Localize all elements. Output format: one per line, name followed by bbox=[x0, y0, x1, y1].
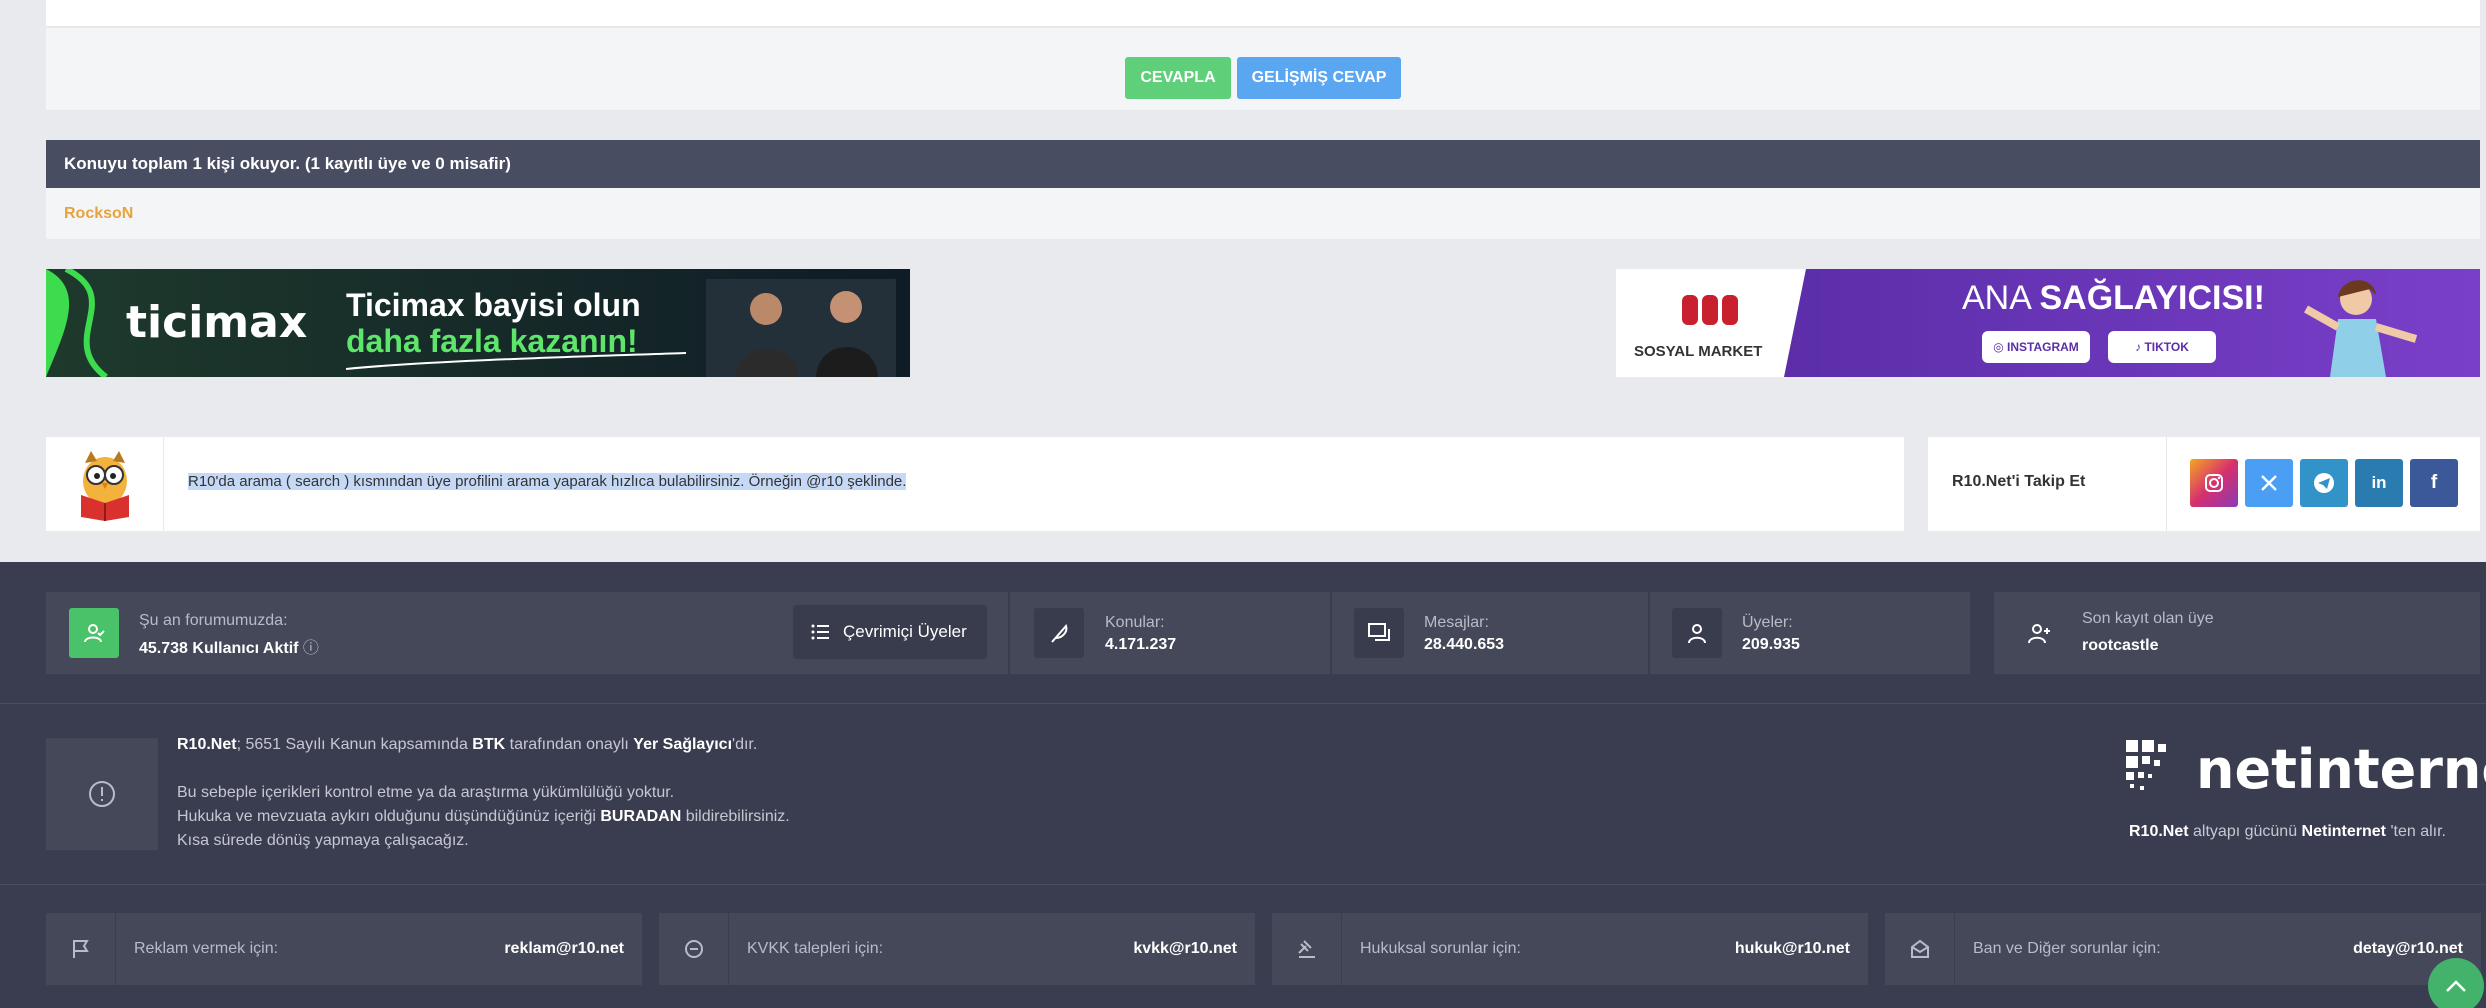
contact-email-link[interactable]: hukuk@r10.net bbox=[1735, 940, 1850, 958]
legal-line-1: R10.Net; 5651 Sayılı Kanun kapsamında BT… bbox=[177, 736, 758, 753]
instagram-icon bbox=[2205, 474, 2223, 492]
info-icon[interactable]: ⓘ bbox=[303, 640, 319, 657]
topics-value: 4.171.237 bbox=[1105, 636, 1177, 653]
members-label: Üyeler: bbox=[1742, 614, 1793, 631]
footer-divider bbox=[0, 703, 2486, 704]
online-members-button[interactable]: Çevrimiçi Üyeler bbox=[793, 605, 987, 659]
ticimax-logo: ticimax bbox=[126, 297, 308, 348]
facebook-button[interactable]: f bbox=[2410, 459, 2458, 507]
tip-text: R10'da arama ( search ) kısmından üye pr… bbox=[188, 473, 907, 490]
mail-open-icon bbox=[1885, 913, 1955, 985]
readers-list: RocksoN bbox=[46, 188, 2480, 239]
x-icon bbox=[2261, 475, 2277, 491]
messages-value: 28.440.653 bbox=[1424, 636, 1505, 653]
tip-box: R10'da arama ( search ) kısmından üye pr… bbox=[46, 437, 1904, 531]
sosyal-market-brand: SOSYAL MARKET bbox=[1634, 343, 1763, 360]
netinternet-wordmark: netinternet bbox=[2196, 738, 2486, 801]
linkedin-button[interactable]: in bbox=[2355, 459, 2403, 507]
contact-legal: Hukuksal sorunlar için: hukuk@r10.net bbox=[1272, 913, 1868, 985]
online-users-card: Şu an forumumuzda: 45.738 Kullanıcı Akti… bbox=[46, 592, 1008, 674]
owl-mascot-icon bbox=[46, 437, 164, 531]
netinternet-mark-icon bbox=[2126, 740, 2166, 790]
facebook-icon: f bbox=[2430, 472, 2438, 493]
contact-label: Ban ve Diğer sorunlar için: bbox=[1973, 940, 2161, 957]
contact-ban: Ban ve Diğer sorunlar için: detay@r10.ne… bbox=[1885, 913, 2481, 985]
contact-email-link[interactable]: detay@r10.net bbox=[2353, 940, 2463, 958]
post-bottom bbox=[46, 0, 2480, 27]
reply-button[interactable]: CEVAPLA bbox=[1125, 57, 1231, 99]
contact-email-link[interactable]: kvkk@r10.net bbox=[1133, 940, 1237, 958]
messages-icon bbox=[1354, 608, 1404, 658]
report-here-link[interactable]: BURADAN bbox=[600, 808, 681, 825]
gavel-icon bbox=[1272, 913, 1342, 985]
legal-line-2: Bu sebeple içerikleri kontrol etme ya da… bbox=[177, 784, 675, 801]
telegram-icon bbox=[2314, 473, 2334, 493]
ticimax-line1: Ticimax bayisi olun bbox=[346, 287, 641, 323]
online-label: Şu an forumumuzda: bbox=[139, 612, 288, 629]
last-member-link[interactable]: rootcastle bbox=[2082, 637, 2158, 655]
messages-card: Mesajlar: 28.440.653 bbox=[1332, 592, 1648, 674]
follow-box: R10.Net'i Takip Et in f bbox=[1928, 437, 2480, 531]
legal-line-4: Kısa sürede dönüş yapmaya çalışacağız. bbox=[177, 832, 469, 849]
topics-label: Konular: bbox=[1105, 614, 1165, 631]
footer-divider bbox=[0, 884, 2486, 885]
sosyal-market-ad-banner[interactable]: SOSYAL MARKET ANA SAĞLAYICISI! ◎ INSTAGR… bbox=[1616, 269, 2480, 377]
chevron-up-icon bbox=[2446, 980, 2466, 992]
contact-email-link[interactable]: reklam@r10.net bbox=[504, 940, 624, 958]
user-add-icon bbox=[2014, 608, 2064, 658]
provider-caption: R10.Net altyapı gücünü Netinternet 'ten … bbox=[2129, 823, 2446, 840]
members-value: 209.935 bbox=[1742, 636, 1800, 653]
topics-card: Konular: 4.171.237 bbox=[1010, 592, 1330, 674]
feather-icon bbox=[1034, 608, 1084, 658]
contact-label: Reklam vermek için: bbox=[134, 940, 279, 957]
instagram-chip: ◎ INSTAGRAM bbox=[1982, 331, 2090, 363]
divider bbox=[2166, 437, 2167, 531]
instagram-button[interactable] bbox=[2190, 459, 2238, 507]
minus-circle-icon bbox=[659, 913, 729, 985]
sosyal-market-headline: ANA SAĞLAYICISI! bbox=[1962, 279, 2265, 317]
ticimax-ad-banner[interactable]: ticimax Ticimax bayisi olun daha fazla k… bbox=[46, 269, 910, 377]
contact-label: Hukuksal sorunlar için: bbox=[1360, 940, 1521, 957]
last-member-label: Son kayıt olan üye bbox=[2082, 610, 2214, 627]
flag-icon bbox=[46, 913, 116, 985]
user-active-icon bbox=[69, 608, 119, 658]
follow-label: R10.Net'i Takip Et bbox=[1952, 473, 2086, 490]
reader-username-link[interactable]: RocksoN bbox=[64, 205, 133, 223]
contact-kvkk: KVKK talepleri için: kvkk@r10.net bbox=[659, 913, 1255, 985]
readers-heading: Konuyu toplam 1 kişi okuyor. (1 kayıtlı … bbox=[46, 140, 2480, 188]
list-icon bbox=[811, 624, 829, 640]
legal-line-3: Hukuka ve mevzuata aykırı olduğunu düşün… bbox=[177, 808, 790, 825]
telegram-button[interactable] bbox=[2300, 459, 2348, 507]
members-card: Üyeler: 209.935 bbox=[1650, 592, 1970, 674]
tiktok-chip: ♪ TIKTOK bbox=[2108, 331, 2216, 363]
contact-ads: Reklam vermek için: reklam@r10.net bbox=[46, 913, 642, 985]
ticimax-line2: daha fazla kazanın! bbox=[346, 323, 638, 359]
x-button[interactable] bbox=[2245, 459, 2293, 507]
scroll-to-top-button[interactable] bbox=[2428, 958, 2484, 1008]
last-member-card: Son kayıt olan üye rootcastle bbox=[1994, 592, 2480, 674]
linkedin-icon: in bbox=[2371, 473, 2387, 492]
warning-circle-icon bbox=[46, 738, 158, 850]
advanced-reply-button[interactable]: GELİŞMİŞ CEVAP bbox=[1237, 57, 1401, 99]
online-value: 45.738 Kullanıcı Aktif ⓘ bbox=[139, 640, 319, 657]
contact-label: KVKK talepleri için: bbox=[747, 940, 884, 957]
user-icon bbox=[1672, 608, 1722, 658]
messages-label: Mesajlar: bbox=[1424, 614, 1489, 631]
